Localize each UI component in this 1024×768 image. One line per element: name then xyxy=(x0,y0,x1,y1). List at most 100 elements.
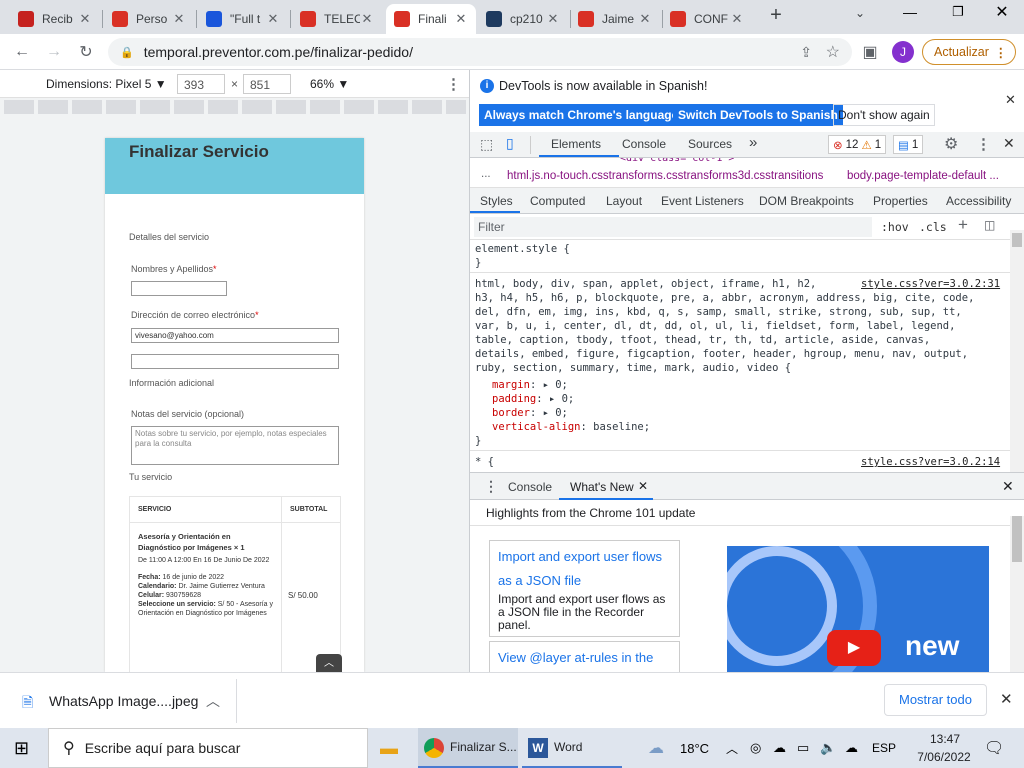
source-link-2[interactable]: style.css?ver=3.0.2:14 xyxy=(861,456,1000,468)
card2-title[interactable]: View @layer at-rules in the xyxy=(498,646,671,670)
source-link[interactable]: style.css?ver=3.0.2:31 xyxy=(861,278,1000,290)
dont-show-button[interactable]: Don't show again xyxy=(833,104,935,126)
drawer-tab-whats-new[interactable]: What's New xyxy=(570,480,634,494)
browser-tab[interactable]: TELEC ✕ xyxy=(292,4,382,34)
browser-tab[interactable]: Recib ✕ xyxy=(10,4,100,34)
hov-toggle[interactable]: :hov xyxy=(881,220,909,234)
forward-icon[interactable]: → xyxy=(42,40,66,64)
scroll-top-button[interactable]: ︿ xyxy=(316,654,342,672)
video-thumbnail[interactable]: ▶ new xyxy=(727,546,989,672)
browser-tab[interactable]: Jaime ✕ xyxy=(570,4,660,34)
close-tab-icon[interactable]: ✕ xyxy=(78,11,92,27)
match-language-button[interactable]: Always match Chrome's language xyxy=(479,104,684,126)
close-banner-icon[interactable]: ✕ xyxy=(1005,92,1016,108)
reload-icon[interactable]: ↻ xyxy=(74,40,98,64)
bookmark-star-icon[interactable]: ☆ xyxy=(826,42,840,62)
device-menu-icon[interactable]: ⋮ xyxy=(446,75,461,93)
tab-elements[interactable]: Elements xyxy=(551,137,601,151)
youtube-play-icon[interactable]: ▶ xyxy=(827,630,881,666)
tab-dom-breakpoints[interactable]: DOM Breakpoints xyxy=(759,194,854,208)
tab-layout[interactable]: Layout xyxy=(606,194,642,208)
card1-title[interactable]: Import and export user flows as a JSON f… xyxy=(498,545,671,593)
close-window-icon[interactable]: ✕ xyxy=(988,2,1016,26)
more-tabs-icon[interactable]: » xyxy=(749,134,757,151)
extra-input[interactable] xyxy=(131,354,339,369)
restore-icon[interactable]: ❐ xyxy=(944,4,972,24)
sidebar-toggle-icon[interactable]: ◫ xyxy=(984,218,995,232)
notes-textarea[interactable]: Notas sobre tu servicio, por ejemplo, no… xyxy=(131,426,339,465)
update-button[interactable]: Actualizar ⋮ xyxy=(922,39,1016,65)
email-input[interactable]: vivesano@yahoo.com xyxy=(131,328,339,343)
notifications-icon[interactable]: 🗨 xyxy=(984,736,1004,760)
taskbar-search[interactable]: ⚲ Escribe aquí para buscar xyxy=(48,728,368,768)
browser-tab[interactable]: cp210 ✕ xyxy=(478,4,568,34)
address-bar[interactable]: 🔒 temporal.preventor.com.pe/finalizar-pe… xyxy=(108,38,852,66)
clock-time[interactable]: 13:47 xyxy=(920,732,970,746)
close-tab-icon[interactable]: ✕ xyxy=(546,11,560,27)
tab-properties[interactable]: Properties xyxy=(873,194,928,208)
taskbar-chrome[interactable]: Finalizar S... xyxy=(418,728,518,768)
close-download-bar-icon[interactable]: ✕ xyxy=(1000,690,1013,708)
device-select[interactable]: Dimensions: Pixel 5 ▼ xyxy=(46,77,167,91)
minimize-icon[interactable]: — xyxy=(896,4,924,24)
show-hidden-icons-icon[interactable]: ︿ xyxy=(726,736,738,760)
browser-tab[interactable]: Perso ✕ xyxy=(104,4,194,34)
download-filename[interactable]: WhatsApp Image....jpeg xyxy=(49,693,198,709)
drawer-scrollbar[interactable] xyxy=(1010,516,1024,672)
close-tab-icon[interactable]: ✕ xyxy=(360,11,374,27)
css-property[interactable]: margin: ▸ 0; xyxy=(492,379,568,391)
feature-card-2[interactable]: View @layer at-rules in the xyxy=(489,641,680,672)
profile-avatar[interactable]: J xyxy=(891,40,915,64)
tab-console[interactable]: Console xyxy=(622,137,666,151)
back-icon[interactable]: ← xyxy=(10,40,34,64)
browser-tab[interactable]: Finali ✕ xyxy=(386,4,476,34)
taskbar-word[interactable]: W Word xyxy=(522,728,622,768)
volume-icon[interactable]: 🔈 xyxy=(820,736,836,760)
name-input[interactable] xyxy=(131,281,227,296)
tab-sources[interactable]: Sources xyxy=(688,137,732,151)
new-tab-button[interactable]: + xyxy=(762,4,790,30)
breadcrumb-html[interactable]: html.js.no-touch.csstransforms.csstransf… xyxy=(507,170,823,182)
breadcrumb-body[interactable]: body.page-template-default ... xyxy=(847,170,999,182)
css-property[interactable]: padding: ▸ 0; xyxy=(492,393,574,405)
chevron-up-icon[interactable]: ︿ xyxy=(206,691,220,711)
drawer-tab-console[interactable]: Console xyxy=(508,480,552,494)
messages-counter[interactable]: ▤ 1 xyxy=(893,135,924,154)
side-panel-icon[interactable]: ▣ xyxy=(858,40,882,64)
close-tab-icon[interactable]: ✕ xyxy=(266,11,280,27)
tab-styles[interactable]: Styles xyxy=(480,194,513,208)
drawer-menu-icon[interactable]: ⋮ xyxy=(484,478,498,495)
new-rule-icon[interactable]: + xyxy=(958,215,968,235)
inspect-icon[interactable]: ⬚ xyxy=(480,136,493,153)
share-icon[interactable]: ⇪ xyxy=(800,44,812,61)
devtools-menu-icon[interactable]: ⋮ xyxy=(976,135,991,153)
language-indicator[interactable]: ESP xyxy=(872,736,896,760)
css-property[interactable]: border: ▸ 0; xyxy=(492,407,568,419)
windows-start-icon[interactable]: ⊞ xyxy=(14,736,29,760)
css-property[interactable]: vertical-align: baseline; xyxy=(492,421,650,433)
weather-cloud-icon[interactable]: ☁ xyxy=(648,736,664,760)
browser-tab[interactable]: "Full t ✕ xyxy=(198,4,288,34)
browser-tab[interactable]: CONF ✕ xyxy=(662,4,752,34)
close-tab-icon[interactable]: ✕ xyxy=(730,11,744,27)
close-tab-icon[interactable]: ✕ xyxy=(638,479,648,493)
cls-toggle[interactable]: .cls xyxy=(919,220,947,234)
clock-date[interactable]: 7/06/2022 xyxy=(904,750,984,764)
temperature[interactable]: 18°C xyxy=(680,736,709,760)
device-toggle-icon[interactable]: ▯ xyxy=(506,135,514,152)
tab-search-icon[interactable]: ⌄ xyxy=(850,6,870,26)
issues-counter[interactable]: ⊗ 12 ⚠ 1 xyxy=(828,135,887,154)
tab-event-listeners[interactable]: Event Listeners xyxy=(661,194,744,208)
close-tab-icon[interactable]: ✕ xyxy=(454,11,468,27)
zoom-select[interactable]: 66% ▼ xyxy=(310,77,349,91)
filter-input[interactable]: Filter xyxy=(474,217,872,237)
settings-gear-icon[interactable]: ⚙ xyxy=(944,134,958,154)
close-drawer-icon[interactable]: ✕ xyxy=(1002,478,1014,495)
width-input[interactable]: 393 xyxy=(177,74,225,94)
show-all-button[interactable]: Mostrar todo xyxy=(884,684,987,716)
styles-scrollbar[interactable] xyxy=(1010,230,1024,472)
onedrive-cloud-icon[interactable]: ☁ xyxy=(773,736,786,760)
meet-icon[interactable]: ◎ xyxy=(750,736,761,760)
switch-spanish-button[interactable]: Switch DevTools to Spanish xyxy=(673,104,843,126)
feature-card-1[interactable]: Import and export user flows as a JSON f… xyxy=(489,540,680,637)
